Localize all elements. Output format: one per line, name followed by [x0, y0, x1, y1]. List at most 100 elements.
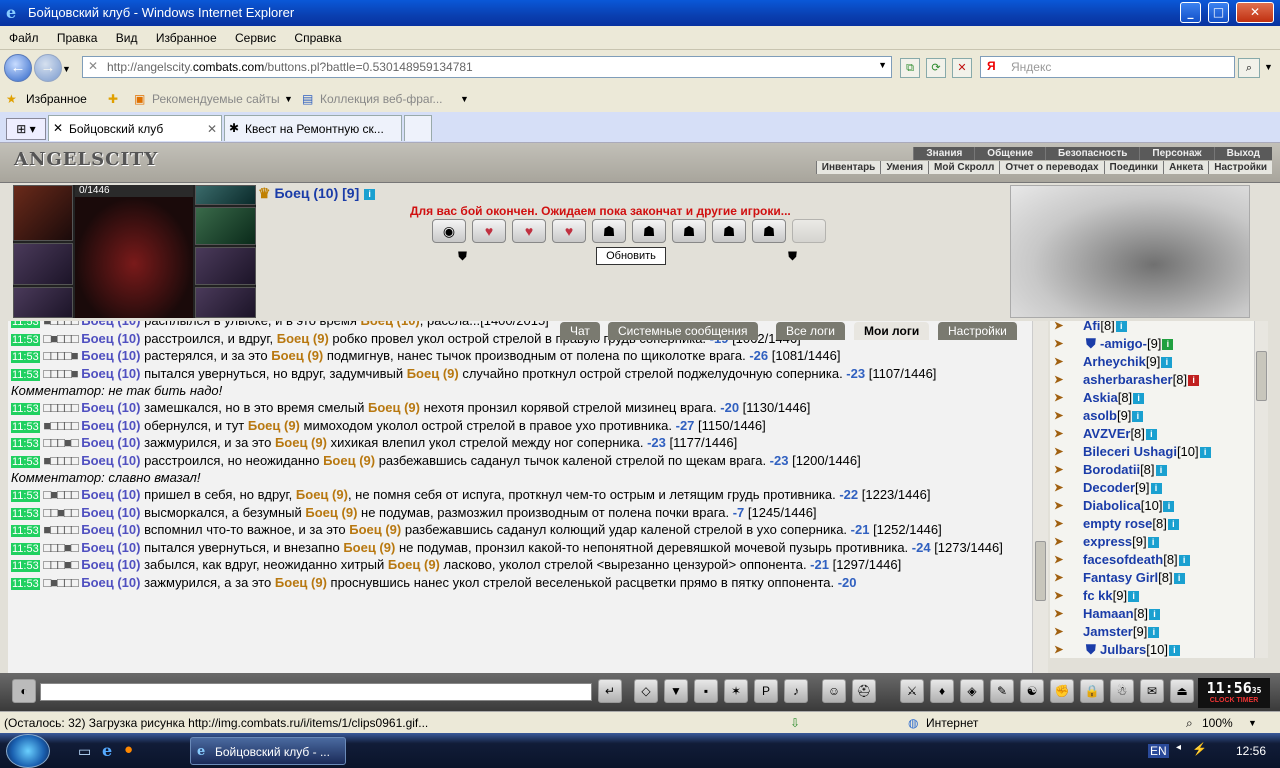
users-scrollbar[interactable] — [1254, 321, 1268, 658]
web-slice-gallery-link[interactable]: Коллекция веб-фраг... — [320, 92, 443, 106]
mail-icon[interactable]: ✉ — [1140, 679, 1164, 703]
fighter-a[interactable]: Боец (10) — [81, 366, 140, 381]
fighter-b[interactable]: Боец (9) — [305, 505, 357, 520]
weapon-slot[interactable] — [13, 287, 73, 318]
user-info-icon[interactable]: i — [1133, 393, 1145, 405]
user-status-icon[interactable]: ➤ — [1054, 428, 1076, 440]
smiley-icon[interactable]: ☺ — [822, 679, 846, 703]
user-status-icon[interactable]: ➤ — [1054, 356, 1076, 368]
user-info-icon[interactable]: i — [1150, 483, 1162, 495]
user-status-icon[interactable]: ➤ — [1054, 338, 1076, 350]
tab-all-logs[interactable]: Все логи — [776, 322, 845, 340]
user-info-icon[interactable]: i — [1145, 429, 1157, 441]
menu-edit[interactable]: Правка — [48, 26, 104, 45]
fighter-a[interactable]: Боец (10) — [81, 400, 140, 415]
chat-input[interactable] — [40, 683, 592, 701]
user-status-icon[interactable]: ➤ — [1054, 536, 1076, 548]
attack-scroll-icon[interactable]: ☗ — [752, 219, 786, 243]
user-info-icon[interactable]: i — [1188, 375, 1200, 387]
user-info-icon[interactable]: i — [1161, 357, 1173, 369]
bag-icon[interactable]: ♦ — [930, 679, 954, 703]
tab-settings[interactable]: Настройки — [938, 322, 1017, 340]
history-dropdown-icon[interactable]: ▼ — [62, 64, 71, 74]
start-button[interactable] — [6, 734, 50, 768]
forward-button[interactable]: → — [34, 54, 62, 82]
user-name[interactable]: -amigo- — [1100, 336, 1147, 351]
close-button[interactable]: ✕ — [1236, 2, 1274, 23]
minimize-button[interactable]: _ — [1180, 2, 1201, 23]
submenu-settings[interactable]: Настройки — [1208, 161, 1272, 174]
send-icon[interactable]: ↵ — [598, 679, 622, 703]
gold-icon[interactable]: ◈ — [960, 679, 984, 703]
user-name[interactable]: Julbars — [1100, 642, 1146, 657]
spell-scroll-icon[interactable]: ◉ — [432, 219, 466, 243]
user-name[interactable]: Hamaan — [1083, 606, 1134, 621]
fighter-b[interactable]: Боец (9) — [248, 418, 300, 433]
fighter-name[interactable]: Боец (10) [9] — [274, 185, 359, 201]
fighter-b[interactable]: Боец (9) — [349, 522, 401, 537]
maximize-button[interactable]: □ — [1208, 2, 1229, 23]
user-name[interactable]: asolb — [1083, 408, 1117, 423]
user-status-icon[interactable]: ➤ — [1054, 500, 1076, 512]
show-desktop-icon[interactable]: ▭ — [78, 743, 91, 760]
fighter-a[interactable]: Боец (10) — [81, 522, 140, 537]
fighter-a[interactable]: Боец (10) — [81, 453, 140, 468]
fighter-b[interactable]: Боец (9) — [343, 540, 395, 555]
user-status-icon[interactable]: ➤ — [1054, 392, 1076, 404]
heal-scroll-icon[interactable]: ♥ — [472, 219, 506, 243]
user-status-icon[interactable]: ➤ — [1054, 572, 1076, 584]
back-button[interactable]: ← — [4, 54, 32, 82]
fighter-a[interactable]: Боец (10) — [81, 575, 140, 590]
user-name[interactable]: Jamster — [1083, 624, 1133, 639]
user-info-icon[interactable]: i — [1128, 591, 1140, 603]
search-icon[interactable]: ⌕ — [1238, 58, 1260, 78]
user-status-icon[interactable]: ➤ — [1054, 554, 1076, 566]
search-input[interactable]: Я Яндекс — [980, 56, 1235, 78]
stop-icon[interactable]: ✕ — [952, 58, 972, 78]
helmet-slot[interactable] — [13, 185, 73, 241]
fighter-b[interactable]: Боец (10) — [361, 321, 420, 328]
chevron-down-icon[interactable]: ▼ — [284, 94, 293, 104]
fighter-a[interactable]: Боец (10) — [81, 331, 140, 346]
heal-scroll-icon[interactable]: ♥ — [552, 219, 586, 243]
firefox-icon[interactable]: ● — [124, 741, 133, 758]
user-info-icon[interactable]: i — [1167, 519, 1179, 531]
fighter-a[interactable]: Боец (10) — [81, 435, 140, 450]
user-status-icon[interactable]: ➤ — [1054, 644, 1076, 656]
clan-shield-icon[interactable]: ⛊ — [1086, 335, 1096, 353]
fighter-a[interactable]: Боец (10) — [81, 321, 140, 328]
tab-system-messages[interactable]: Системные сообщения — [608, 322, 758, 340]
user-name[interactable]: AVZVEr — [1083, 426, 1130, 441]
user-name[interactable]: Bileceri Ushagi — [1083, 444, 1177, 459]
menu-file[interactable]: Файл — [0, 26, 45, 45]
submenu-inventory[interactable]: Инвентарь — [815, 161, 881, 174]
search-dropdown-icon[interactable]: ▼ — [1264, 62, 1273, 72]
exit-icon[interactable]: ⏏ — [1170, 679, 1194, 703]
tray-expand-icon[interactable]: ◂ — [1176, 742, 1181, 753]
tab-fight-club[interactable]: ✕ Бойцовский клуб ✕ — [48, 115, 222, 141]
refresh-button[interactable]: Обновить — [596, 247, 666, 265]
user-info-icon[interactable]: i — [1147, 537, 1159, 549]
attack-scroll-icon[interactable]: ☗ — [592, 219, 626, 243]
fist-icon[interactable]: ✊ — [1050, 679, 1074, 703]
fighter-a[interactable]: Боец (10) — [81, 487, 140, 502]
info-icon[interactable]: i — [364, 188, 376, 200]
scroll-thumb[interactable] — [1035, 541, 1046, 601]
language-indicator[interactable]: EN — [1148, 744, 1169, 758]
url-dropdown-icon[interactable]: ▼ — [878, 60, 887, 70]
user-status-icon[interactable]: ➤ — [1054, 410, 1076, 422]
fighter-b[interactable]: Боец (9) — [323, 453, 375, 468]
chevron-down-icon[interactable]: ▼ — [460, 94, 469, 104]
user-status-icon[interactable]: ➤ — [1054, 446, 1076, 458]
lock-icon[interactable]: 🔒 — [1080, 679, 1104, 703]
fighter-a[interactable]: Боец (10) — [81, 348, 140, 363]
quick-tabs-icon[interactable]: ⊞ ▾ — [6, 118, 46, 140]
fighter-b[interactable]: Боец (9) — [368, 400, 420, 415]
user-status-icon[interactable]: ➤ — [1054, 590, 1076, 602]
menu-exit[interactable]: Выход — [1213, 147, 1272, 160]
scroll-thumb[interactable] — [1256, 351, 1267, 401]
user-info-icon[interactable]: i — [1173, 573, 1185, 585]
brain-icon[interactable]: ☯ — [1020, 679, 1044, 703]
character-avatar[interactable] — [75, 197, 193, 318]
user-name[interactable]: Fantasy Girl — [1083, 570, 1158, 585]
